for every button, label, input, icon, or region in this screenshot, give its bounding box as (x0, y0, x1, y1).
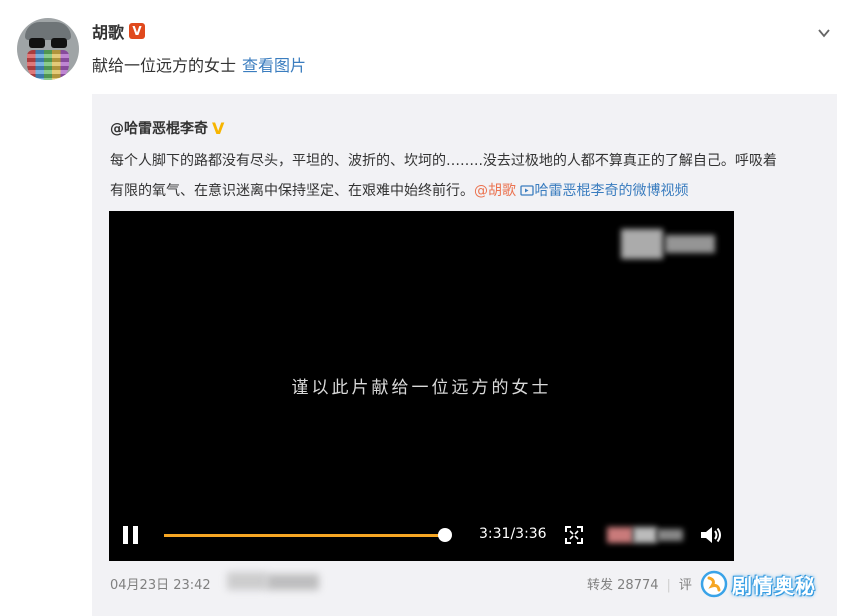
repost-author[interactable]: @哈雷恶棍李奇 V (110, 118, 228, 138)
repost-author-name[interactable]: @哈雷恶棍李奇 (110, 118, 208, 138)
repost-text-line2: 有限的氧气、在意识迷离中保持坚定、在艰难中始终前行。@胡歌 哈雷恶棍李奇的微博视… (110, 176, 825, 206)
watermark-text: 剧情奥秘 (732, 573, 816, 598)
watermark: 剧情奥秘 (700, 564, 816, 604)
repost-label: 转发 (587, 578, 614, 593)
avatar[interactable] (17, 18, 79, 80)
blurred-source (227, 568, 322, 594)
video-icon (520, 185, 535, 196)
comment-button[interactable]: 评 (679, 578, 692, 593)
repost-text-line1: 每个人脚下的路都没有尽头，平坦的、波折的、坎坷的……..没去过极地的人都不算真正… (110, 153, 777, 169)
progress-bar[interactable] (164, 528, 453, 542)
mention-link[interactable]: @胡歌 (474, 183, 516, 199)
progress-fill (164, 534, 446, 537)
volume-icon[interactable] (699, 524, 723, 546)
video-controls: 3:31/3:36 (109, 509, 734, 561)
repost-card: @哈雷恶棍李奇 V 每个人脚下的路都没有尽头，平坦的、波折的、坎坷的……..没去… (92, 94, 837, 616)
post-author[interactable]: 胡歌 V (92, 19, 146, 43)
fullscreen-icon[interactable] (564, 525, 584, 545)
repost-text-line2-body: 有限的氧气、在意识迷离中保持坚定、在艰难中始终前行。 (110, 183, 474, 199)
repost-text: 每个人脚下的路都没有尽头，平坦的、波折的、坎坷的……..没去过极地的人都不算真正… (110, 146, 825, 206)
brand-logo-icon (700, 570, 728, 598)
chevron-down-icon[interactable] (817, 26, 831, 40)
video-player[interactable]: 谨以此片献给一位远方的女士 3:31/3:36 (109, 211, 734, 561)
pause-icon[interactable] (123, 526, 139, 544)
progress-knob[interactable] (438, 528, 453, 542)
sunglasses-icon (29, 38, 67, 48)
post-text: 献给一位远方的女士 查看图片 (92, 52, 306, 76)
blurred-control (607, 525, 685, 545)
video-link-label[interactable]: 哈雷恶棍李奇的微博视频 (534, 183, 688, 199)
blurred-watermark (621, 221, 717, 267)
view-image-link[interactable]: 查看图片 (242, 56, 306, 75)
avatar-beard (27, 50, 69, 80)
verified-badge-icon: V (129, 23, 146, 39)
author-name[interactable]: 胡歌 (92, 19, 124, 43)
video-link[interactable]: 哈雷恶棍李奇的微博视频 (520, 183, 688, 199)
video-caption: 谨以此片献给一位远方的女士 (291, 378, 552, 398)
post-actions: 转发 28774 | 评 (587, 574, 692, 593)
repost-button[interactable]: 转发 28774 (587, 578, 659, 593)
post-date[interactable]: 04月23日 23:42 (110, 574, 211, 593)
repost-count: 28774 (617, 578, 659, 593)
verified-v-icon: V (212, 118, 225, 138)
post-body: 献给一位远方的女士 (92, 56, 237, 75)
divider: | (666, 578, 671, 593)
video-time: 3:31/3:36 (479, 526, 547, 542)
